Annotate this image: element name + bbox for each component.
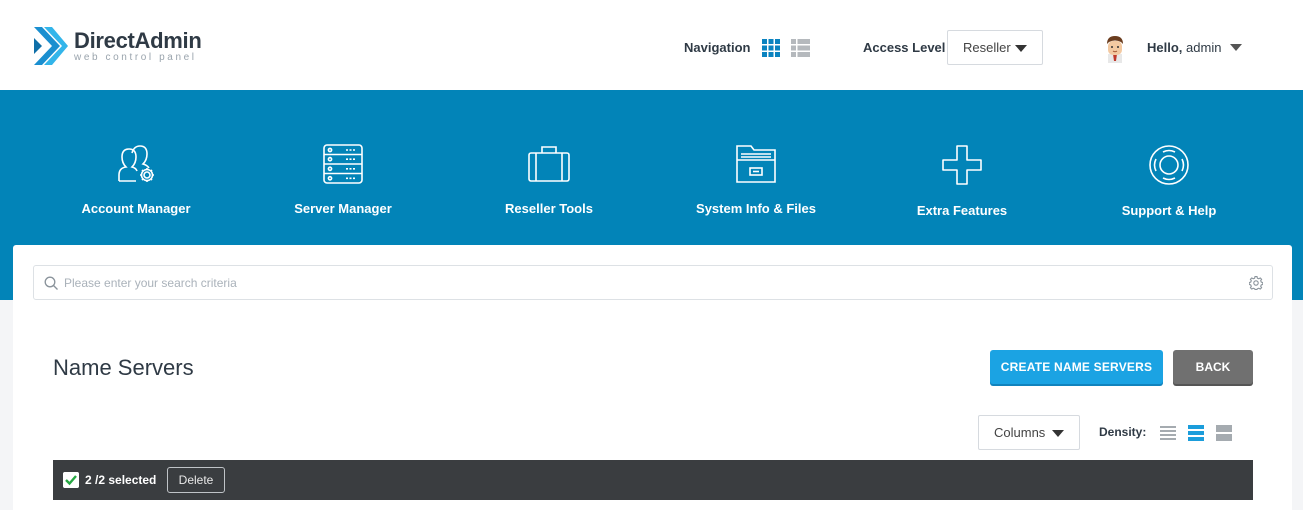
- density-medium-icon[interactable]: [1188, 425, 1204, 441]
- folder-icon: [736, 145, 776, 183]
- search-input[interactable]: [64, 271, 1234, 295]
- access-level-value: Reseller: [963, 40, 1011, 55]
- brand-tagline: web control panel: [74, 51, 197, 63]
- back-button[interactable]: BACK: [1173, 350, 1253, 384]
- nav-system-info-files[interactable]: System Info & Files: [661, 144, 851, 216]
- nav-label-account-manager: Account Manager: [81, 201, 191, 216]
- columns-label: Columns: [994, 425, 1046, 440]
- lifebuoy-icon: [1149, 145, 1189, 185]
- gear-icon[interactable]: [1249, 276, 1263, 290]
- select-all-checkbox[interactable]: [63, 472, 79, 488]
- user-menu-caret-icon[interactable]: [1230, 44, 1242, 51]
- greeting-label: Hello,: [1147, 40, 1183, 55]
- nav-support-help[interactable]: Support & Help: [1074, 144, 1264, 218]
- density-label: Density:: [1099, 425, 1147, 439]
- logo[interactable]: DirectAdmin web control panel: [32, 25, 202, 67]
- navigation-label: Navigation: [684, 40, 751, 55]
- nav-label-system-info-files: System Info & Files: [696, 201, 816, 216]
- list-view-icon[interactable]: [791, 39, 810, 57]
- density-compact-icon[interactable]: [1160, 425, 1176, 441]
- access-level-label: Access Level: [863, 40, 946, 55]
- user-greeting[interactable]: Hello, admin: [1147, 40, 1221, 55]
- content-panel: Name Servers CREATE NAME SERVERS BACK Co…: [13, 245, 1292, 510]
- avatar[interactable]: [1103, 35, 1127, 63]
- page-title: Name Servers: [53, 355, 194, 380]
- selection-count: 2 /2 selected: [85, 473, 157, 487]
- directadmin-logo-icon: [34, 27, 68, 65]
- search-icon: [44, 276, 58, 290]
- nav-label-server-manager: Server Manager: [294, 201, 392, 216]
- table-selection-bar: 2 /2 selected Delete: [53, 460, 1253, 500]
- server-icon: [323, 144, 363, 184]
- nav-extra-features[interactable]: Extra Features: [867, 144, 1057, 218]
- plus-icon: [942, 145, 982, 185]
- create-name-servers-button[interactable]: CREATE NAME SERVERS: [990, 350, 1163, 384]
- grid-view-icon[interactable]: [762, 39, 780, 57]
- username: admin: [1186, 40, 1222, 55]
- access-level-select[interactable]: Reseller: [947, 30, 1043, 65]
- brand-name: DirectAdmin: [74, 27, 202, 53]
- density-comfortable-icon[interactable]: [1216, 425, 1232, 441]
- delete-button[interactable]: Delete: [167, 467, 225, 493]
- top-header: DirectAdmin web control panel Navigation…: [0, 0, 1303, 90]
- nav-reseller-tools[interactable]: Reseller Tools: [454, 144, 644, 216]
- nav-label-support-help: Support & Help: [1121, 203, 1217, 218]
- caret-down-icon: [1052, 430, 1064, 437]
- nav-account-manager[interactable]: Account Manager: [41, 144, 231, 216]
- nav-server-manager[interactable]: Server Manager: [248, 144, 438, 216]
- nav-label-reseller-tools: Reseller Tools: [505, 201, 593, 216]
- users-gear-icon: [118, 145, 154, 182]
- briefcase-icon: [528, 146, 570, 182]
- nav-label-extra-features: Extra Features: [916, 203, 1008, 218]
- caret-down-icon: [1015, 45, 1027, 52]
- search-bar[interactable]: [33, 265, 1273, 300]
- columns-dropdown[interactable]: Columns: [978, 415, 1080, 450]
